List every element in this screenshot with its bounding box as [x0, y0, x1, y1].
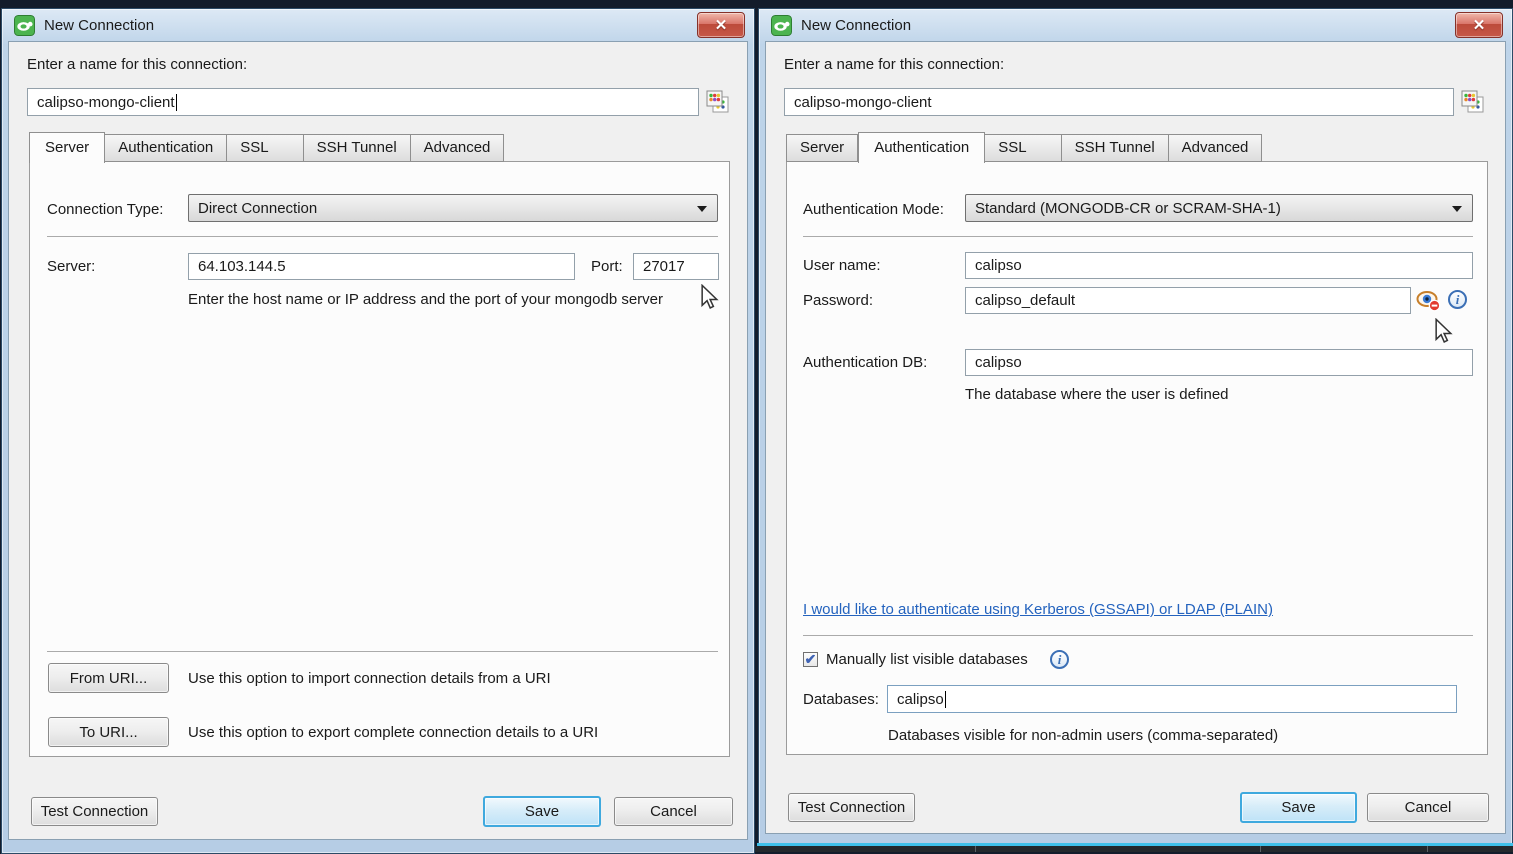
title-bar[interactable]: New Connection ✕ — [759, 9, 1512, 41]
tab-ssh-tunnel[interactable]: SSH Tunnel — [304, 134, 411, 162]
tab-authentication[interactable]: Authentication — [858, 132, 985, 163]
test-connection-button[interactable]: Test Connection — [788, 793, 915, 822]
tab-authentication[interactable]: Authentication — [105, 134, 227, 162]
to-uri-button[interactable]: To URI... — [48, 717, 169, 747]
robomongo-turtle-icon — [771, 15, 792, 36]
chevron-down-icon — [697, 206, 707, 212]
cancel-button[interactable]: Cancel — [614, 797, 733, 826]
server-label: Server: — [47, 258, 95, 275]
from-uri-help-text: Use this option to import connection det… — [188, 670, 551, 687]
dialog-body: Enter a name for this connection: calips… — [8, 41, 748, 840]
tab-advanced[interactable]: Advanced — [411, 134, 505, 162]
manually-list-databases-checkbox[interactable]: ✔ — [803, 652, 818, 667]
mouse-pointer-cursor — [698, 284, 720, 310]
auth-mode-label: Authentication Mode: — [803, 201, 944, 218]
auth-db-help-text: The database where the user is defined — [965, 386, 1229, 403]
close-icon[interactable]: ✕ — [697, 12, 745, 38]
manually-list-databases-label: Manually list visible databases — [826, 651, 1028, 668]
new-connection-dialog-server: New Connection ✕ Enter a name for this c… — [1, 8, 755, 854]
separator — [47, 651, 718, 652]
dialog-body: Enter a name for this connection: Server… — [765, 41, 1506, 834]
auth-db-label: Authentication DB: — [803, 354, 927, 371]
port-label: Port: — [591, 258, 623, 275]
title-bar[interactable]: New Connection ✕ — [2, 9, 754, 41]
test-connection-button[interactable]: Test Connection — [31, 797, 158, 826]
separator — [47, 236, 718, 237]
to-uri-help-text: Use this option to export complete conne… — [188, 724, 598, 741]
text-caret — [176, 94, 177, 111]
info-icon[interactable]: i — [1050, 650, 1069, 669]
separator — [803, 236, 1473, 237]
databases-label: Databases: — [803, 691, 879, 708]
tab-ssl[interactable]: SSL — [985, 134, 1061, 162]
tab-ssh-tunnel[interactable]: SSH Tunnel — [1062, 134, 1169, 162]
from-uri-button[interactable]: From URI... — [48, 663, 169, 693]
connection-type-select[interactable]: Direct Connection — [188, 194, 718, 222]
checkmark-icon: ✔ — [805, 652, 817, 666]
new-connection-dialog-authentication: New Connection ✕ Enter a name for this c… — [758, 8, 1513, 845]
cancel-button[interactable]: Cancel — [1367, 793, 1489, 822]
server-host-input[interactable] — [188, 253, 575, 280]
save-button[interactable]: Save — [483, 796, 601, 827]
dialog-title: New Connection — [801, 17, 911, 34]
authentication-tab-panel: Authentication Mode: Standard (MONGODB-C… — [786, 161, 1488, 755]
auth-mode-select[interactable]: Standard (MONGODB-CR or SCRAM-SHA-1) — [965, 194, 1473, 222]
separator — [803, 635, 1473, 636]
tab-server[interactable]: Server — [786, 134, 858, 162]
divider — [1260, 846, 1261, 852]
chevron-down-icon — [1452, 206, 1462, 212]
username-label: User name: — [803, 257, 881, 274]
tab-advanced[interactable]: Advanced — [1169, 134, 1263, 162]
connection-type-label: Connection Type: — [47, 201, 163, 218]
mouse-pointer-cursor — [1432, 318, 1454, 344]
show-password-eye-icon[interactable] — [1416, 289, 1442, 313]
password-input[interactable] — [965, 287, 1411, 314]
databases-input[interactable]: calipso — [887, 685, 1457, 713]
username-input[interactable] — [965, 252, 1473, 279]
connection-name-input[interactable] — [784, 88, 1454, 116]
color-palette-icon[interactable] — [706, 90, 730, 114]
server-tab-panel: Connection Type: Direct Connection Serve… — [29, 161, 730, 757]
auth-db-input[interactable] — [965, 349, 1473, 376]
server-help-text: Enter the host name or IP address and th… — [188, 291, 663, 308]
databases-help-text: Databases visible for non-admin users (c… — [888, 727, 1278, 744]
close-icon[interactable]: ✕ — [1455, 12, 1503, 38]
kerberos-ldap-link[interactable]: I would like to authenticate using Kerbe… — [803, 601, 1273, 618]
name-label: Enter a name for this connection: — [27, 56, 247, 73]
background-table-strip — [755, 846, 1513, 852]
tab-server[interactable]: Server — [29, 132, 105, 163]
password-label: Password: — [803, 292, 873, 309]
server-port-input[interactable] — [633, 253, 719, 280]
connection-name-input[interactable]: calipso-mongo-client — [27, 88, 699, 116]
text-caret — [945, 691, 946, 708]
tab-ssl[interactable]: SSL — [227, 134, 303, 162]
divider — [1427, 846, 1428, 852]
save-button[interactable]: Save — [1240, 792, 1357, 823]
color-palette-icon[interactable] — [1461, 90, 1485, 114]
robomongo-turtle-icon — [14, 15, 35, 36]
dialog-title: New Connection — [44, 17, 154, 34]
divider — [975, 846, 976, 852]
info-icon[interactable]: i — [1448, 290, 1467, 309]
name-label: Enter a name for this connection: — [784, 56, 1004, 73]
